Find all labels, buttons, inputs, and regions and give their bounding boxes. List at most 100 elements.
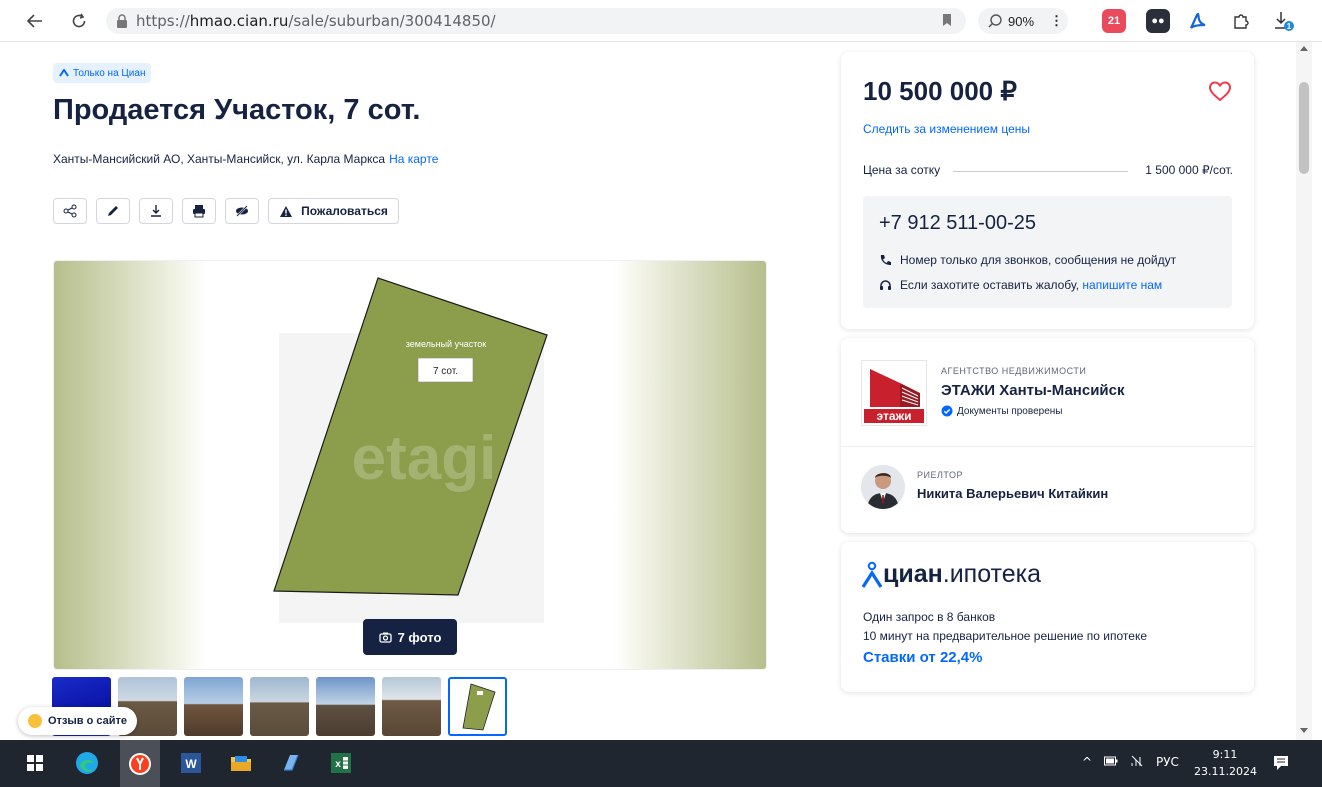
verified-text: Документы проверены xyxy=(957,405,1063,417)
notes-app-icon[interactable] xyxy=(278,750,304,776)
svg-text:1: 1 xyxy=(1287,22,1292,31)
scroll-up-icon[interactable] xyxy=(1300,46,1308,51)
cian-ipoteka-logo: циан .ипотека xyxy=(861,560,1041,589)
download-icon xyxy=(151,205,161,217)
phone-number[interactable]: +7 912 511-00-25 xyxy=(879,212,1036,235)
calls-only-text: Номер только для звонков, сообщения не д… xyxy=(900,253,1177,267)
url-path: /sale/suburban/300414850/ xyxy=(288,12,496,30)
svg-text:x: x xyxy=(335,759,341,770)
reload-icon[interactable] xyxy=(64,6,94,36)
mortgage-rate-link[interactable]: Ставки от 22,4% xyxy=(863,649,982,666)
lock-icon xyxy=(117,14,127,28)
windows-taskbar: W x ^ РУС 9:11 23.11.2024 xyxy=(0,740,1322,787)
photos-button[interactable]: 7 фото xyxy=(363,619,457,655)
excel-icon[interactable]: x xyxy=(328,750,354,776)
edge-icon[interactable] xyxy=(74,750,100,776)
agency-logo[interactable]: этажи xyxy=(861,360,927,426)
calls-only-note: Номер только для звонков, сообщения не д… xyxy=(879,253,1176,267)
complaint-text: Если захотите оставить жалобу, xyxy=(900,278,1080,292)
price-card: 10 500 000 ₽ Следить за изменением цены … xyxy=(841,52,1254,329)
agency-name[interactable]: ЭТАЖИ Ханты-Мансийск xyxy=(941,382,1125,399)
zoom-indicator[interactable]: 90% ⋮ xyxy=(978,8,1068,34)
extension-mail-icon[interactable]: 21 xyxy=(1102,9,1126,33)
scroll-down-icon[interactable] xyxy=(1300,728,1308,733)
mortgage-line-2: 10 минут на предварительное решение по и… xyxy=(863,629,1147,643)
feedback-label: Отзыв о сайте xyxy=(48,715,128,727)
thumbnail[interactable] xyxy=(316,677,375,736)
photos-button-label: 7 фото xyxy=(397,629,442,645)
action-toolbar: Пожаловаться xyxy=(53,198,399,224)
network-icon[interactable] xyxy=(1130,755,1144,770)
page-title: Продается Участок, 7 сот. xyxy=(53,94,421,126)
clock-date: 23.11.2024 xyxy=(1194,765,1257,778)
map-link[interactable]: На карте xyxy=(389,152,438,166)
thumbnail[interactable] xyxy=(382,677,441,736)
address-text: Ханты-Мансийский АО, Ханты-Мансийск, ул.… xyxy=(53,152,386,166)
exclusive-badge-label: Только на Циан xyxy=(73,67,146,79)
cian-logo-icon xyxy=(861,561,883,588)
scroll-thumb[interactable] xyxy=(1299,82,1309,174)
verified-badge: Документы проверены xyxy=(941,405,1062,417)
clock-time: 9:11 xyxy=(1212,748,1238,761)
share-button[interactable] xyxy=(53,198,87,224)
browser-toolbar: https://hmao.cian.ru/sale/suburban/30041… xyxy=(0,0,1322,42)
realtor-name[interactable]: Никита Валерьевич Китайкин xyxy=(917,486,1108,501)
report-button[interactable]: Пожаловаться xyxy=(268,198,399,224)
print-button[interactable] xyxy=(182,198,216,224)
mortgage-product: .ипотека xyxy=(942,560,1042,588)
file-explorer-icon[interactable] xyxy=(228,750,254,776)
agency-logo-text: этажи xyxy=(877,409,912,423)
extension-puzzle-icon[interactable] xyxy=(1229,9,1253,33)
tray-chevron-icon[interactable]: ^ xyxy=(1082,755,1092,769)
menu-dots-icon[interactable]: ⋮ xyxy=(1050,13,1063,29)
thumbnail-selected[interactable] xyxy=(448,677,507,736)
dotted-leader xyxy=(953,171,1128,172)
verified-icon xyxy=(941,405,953,417)
page-scrollbar[interactable] xyxy=(1296,42,1312,740)
input-language[interactable]: РУС xyxy=(1156,755,1179,769)
downloads-icon[interactable]: 1 xyxy=(1272,9,1296,33)
photo-gallery[interactable]: земельный участок 7 сот. etagi 7 фото xyxy=(53,260,767,670)
exclusive-badge: Только на Циан xyxy=(53,63,152,83)
download-button[interactable] xyxy=(139,198,173,224)
mortgage-card[interactable]: циан .ипотека Один запрос в 8 банков 10 м… xyxy=(841,542,1254,692)
extension-game-icon[interactable]: ●● xyxy=(1146,9,1170,33)
feedback-button[interactable]: Отзыв о сайте xyxy=(18,707,138,735)
cian-mark-icon xyxy=(59,69,69,77)
agency-type: АГЕНТСТВО НЕДВИЖИМОСТИ xyxy=(941,366,1087,376)
mortgage-brand: циан xyxy=(883,560,943,588)
extension-acrobat-icon[interactable] xyxy=(1186,9,1210,33)
url-host: hmao.cian.ru xyxy=(189,12,289,30)
thumbnail[interactable] xyxy=(250,677,309,736)
notifications-icon[interactable] xyxy=(1268,750,1294,776)
plot-label: земельный участок xyxy=(406,339,487,349)
favorite-heart-icon[interactable] xyxy=(1208,79,1232,103)
word-icon[interactable]: W xyxy=(178,750,204,776)
realtor-type: РИЕЛТОР xyxy=(917,470,963,480)
realtor-avatar[interactable] xyxy=(861,465,905,509)
headset-icon xyxy=(880,279,891,290)
hide-icon xyxy=(236,205,248,217)
system-clock[interactable]: 9:11 23.11.2024 xyxy=(1194,746,1257,780)
hide-button[interactable] xyxy=(225,198,259,224)
battery-icon[interactable] xyxy=(1104,755,1118,769)
price: 10 500 000 ₽ xyxy=(863,76,1017,106)
plot-thumbnail xyxy=(462,682,495,730)
bookmark-icon[interactable] xyxy=(942,13,952,32)
note-button[interactable] xyxy=(96,198,130,224)
yandex-browser-icon[interactable] xyxy=(120,740,160,787)
report-button-label: Пожаловаться xyxy=(301,204,388,218)
follow-price-link[interactable]: Следить за изменением цены xyxy=(863,122,1030,136)
zoom-icon xyxy=(988,14,1002,28)
address-bar[interactable]: https://hmao.cian.ru/sale/suburban/30041… xyxy=(106,8,966,34)
plot-image: земельный участок 7 сот. etagi xyxy=(273,277,548,623)
write-us-link[interactable]: напишите нам xyxy=(1082,278,1162,292)
plot-size-label: 7 сот. xyxy=(433,366,458,377)
share-icon xyxy=(63,204,77,218)
camera-icon xyxy=(378,632,392,643)
back-icon[interactable] xyxy=(20,6,50,36)
price-per-hundred-label: Цена за сотку xyxy=(863,163,941,177)
windows-start-icon[interactable] xyxy=(22,750,48,776)
address: Ханты-Мансийский АО, Ханты-Мансийск, ул.… xyxy=(53,152,438,166)
thumbnail[interactable] xyxy=(184,677,243,736)
